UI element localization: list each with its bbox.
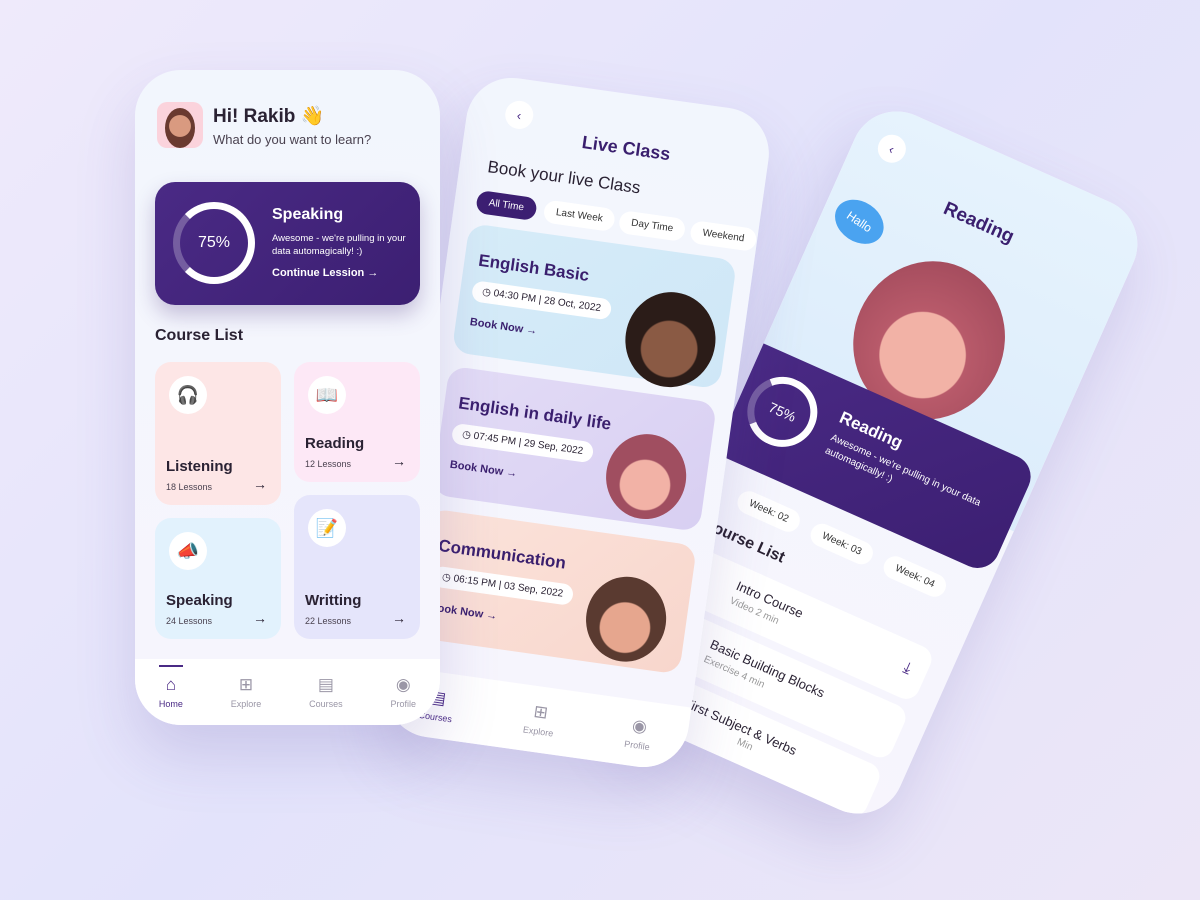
teacher-avatar bbox=[619, 286, 722, 393]
week-chip[interactable]: Week: 02 bbox=[733, 487, 804, 536]
continue-lesson-link[interactable]: Continue Lession → bbox=[272, 267, 378, 279]
back-button[interactable]: ‹ bbox=[503, 99, 536, 131]
book-icon: ▤ bbox=[317, 675, 334, 694]
subtitle: What do you want to learn? bbox=[213, 132, 372, 147]
course-listening[interactable]: 🎧 Listening 18 Lessons → bbox=[155, 362, 281, 505]
class-card[interactable]: Communication ◷ 06:15 PM | 03 Sep, 2022 … bbox=[411, 508, 697, 675]
grid-icon: ⊞ bbox=[532, 701, 550, 723]
home-screen: Hi! Rakib 👋 What do you want to learn? 7… bbox=[135, 70, 440, 725]
filter-weekend[interactable]: Weekend bbox=[689, 220, 758, 252]
screen-title: Live Class bbox=[580, 132, 672, 165]
teacher-avatar bbox=[580, 571, 672, 667]
nav-courses[interactable]: ▤Courses bbox=[309, 675, 343, 709]
progress-ring: 75% bbox=[173, 202, 255, 284]
book-icon: 📖 bbox=[308, 376, 346, 414]
book-now-button[interactable]: Book Now → bbox=[469, 316, 538, 337]
arrow-right-icon: → bbox=[253, 476, 267, 492]
nav-profile[interactable]: ◉ Profile bbox=[391, 675, 417, 709]
progress-card[interactable]: 75% Speaking Awesome - we're pulling in … bbox=[155, 182, 420, 305]
progress-percent: 75% bbox=[766, 398, 799, 425]
home-icon: ⌂ bbox=[165, 675, 177, 694]
nav-profile[interactable]: ◉ Profile bbox=[624, 715, 654, 752]
course-reading[interactable]: 📖 Reading 12 Lessons → bbox=[294, 362, 420, 482]
filter-day-time[interactable]: Day Time bbox=[617, 209, 687, 242]
megaphone-icon: 📣 bbox=[169, 532, 207, 570]
profile-icon: ◉ bbox=[630, 715, 649, 737]
wave-icon: 👋 bbox=[300, 106, 325, 127]
arrow-right-icon: → bbox=[392, 610, 406, 626]
class-time: ◷ 04:30 PM | 28 Oct, 2022 bbox=[470, 280, 613, 321]
course-writing[interactable]: 📝 Writting 22 Lessons → bbox=[294, 495, 420, 639]
bottom-nav: ⌂ Home ⊞ Explore ▤ Courses ◉ Profile bbox=[135, 659, 440, 725]
teacher-avatar bbox=[600, 428, 692, 525]
card-text: Awesome - we're pulling in your data aut… bbox=[823, 432, 983, 509]
download-icon[interactable]: ⤓ bbox=[900, 659, 914, 678]
grid-icon: ⊞ bbox=[238, 675, 254, 694]
section-heading: Book your live Class bbox=[486, 157, 642, 198]
card-text: Awesome - we're pulling in your data aut… bbox=[272, 233, 406, 258]
section-title: Course List bbox=[155, 327, 244, 344]
arrow-right-icon: → bbox=[253, 610, 267, 626]
book-now-button[interactable]: Book Now → bbox=[449, 459, 518, 480]
week-chip[interactable]: Week: 03 bbox=[806, 520, 877, 568]
nav-home[interactable]: ⌂ Home bbox=[158, 665, 183, 709]
profile-icon: ◉ bbox=[395, 675, 411, 694]
progress-percent: 75% bbox=[197, 234, 231, 251]
arrow-right-icon: → bbox=[392, 453, 406, 469]
back-icon: ‹ bbox=[886, 140, 897, 157]
week-chip[interactable]: Week: 04 bbox=[880, 552, 950, 601]
class-card[interactable]: English Basic ◷ 04:30 PM | 28 Oct, 2022 … bbox=[451, 223, 738, 393]
nav-explore[interactable]: ⊞ Explore bbox=[522, 701, 557, 739]
avatar[interactable] bbox=[157, 102, 203, 148]
filter-last-week[interactable]: Last Week bbox=[542, 199, 617, 233]
class-title: English Basic bbox=[477, 250, 591, 286]
class-card[interactable]: English in daily life ◷ 07:45 PM | 29 Se… bbox=[431, 365, 718, 532]
progress-ring: 75% bbox=[736, 365, 829, 459]
course-speaking[interactable]: 📣 Speaking 24 Lessons → bbox=[155, 518, 281, 639]
back-icon: ‹ bbox=[516, 107, 523, 123]
filter-all-time[interactable]: All Time bbox=[475, 189, 538, 222]
headphones-icon: 🎧 bbox=[169, 376, 207, 414]
greeting: Hi! Rakib 👋 bbox=[213, 106, 325, 127]
notepad-icon: 📝 bbox=[308, 509, 346, 547]
nav-explore[interactable]: ⊞ Explore bbox=[231, 675, 262, 709]
card-title: Speaking bbox=[272, 206, 344, 223]
